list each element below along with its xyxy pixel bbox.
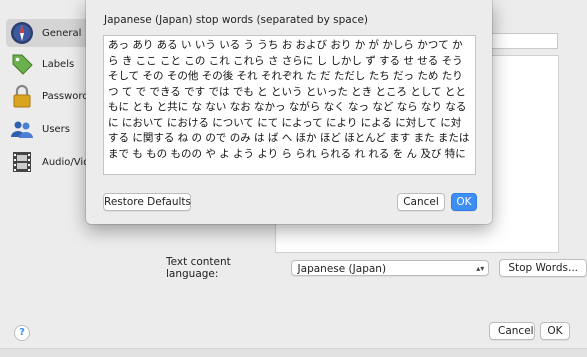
help-button[interactable]: ? bbox=[14, 325, 30, 341]
stop-words-textarea[interactable]: あっ あり ある い いう いる う うち お および おり か が かしら か… bbox=[103, 35, 476, 175]
chevron-updown-icon: ▴▾ bbox=[476, 264, 485, 273]
sheet-cancel-button[interactable]: Cancel bbox=[397, 193, 445, 211]
sidebar-item-users[interactable]: Users bbox=[10, 115, 70, 143]
preferences-sidebar: General Labels Passwords Users Audio/Vid… bbox=[0, 0, 102, 320]
users-icon bbox=[11, 121, 33, 138]
sidebar-item-passwords[interactable]: Passwords bbox=[10, 82, 94, 110]
language-select[interactable]: Japanese (Japan) ▴▾ bbox=[290, 260, 490, 276]
stop-words-sheet: Japanese (Japan) stop words (separated b… bbox=[86, 0, 492, 224]
sidebar-item-label: Users bbox=[42, 123, 71, 135]
cancel-button[interactable]: Cancel bbox=[489, 322, 535, 340]
film-icon bbox=[13, 152, 31, 172]
sidebar-item-label: Labels bbox=[42, 58, 75, 70]
sheet-title: Japanese (Japan) stop words (separated b… bbox=[104, 14, 369, 26]
sheet-ok-button[interactable]: OK bbox=[451, 193, 477, 211]
sidebar-item-labels[interactable]: Labels bbox=[10, 50, 74, 78]
stop-words-button[interactable]: Stop Words... bbox=[499, 259, 587, 277]
restore-defaults-button[interactable]: Restore Defaults bbox=[103, 193, 191, 211]
lock-icon bbox=[13, 84, 31, 108]
language-label: Text content language: bbox=[166, 256, 231, 280]
tag-icon bbox=[12, 54, 33, 75]
sidebar-item-general[interactable]: General bbox=[6, 19, 90, 47]
language-select-value: Japanese (Japan) bbox=[297, 263, 387, 275]
ok-button[interactable]: OK bbox=[540, 322, 570, 340]
sidebar-item-label: General bbox=[42, 27, 82, 39]
language-row: Text content language: Japanese (Japan) … bbox=[166, 256, 587, 280]
compass-icon bbox=[11, 22, 33, 44]
